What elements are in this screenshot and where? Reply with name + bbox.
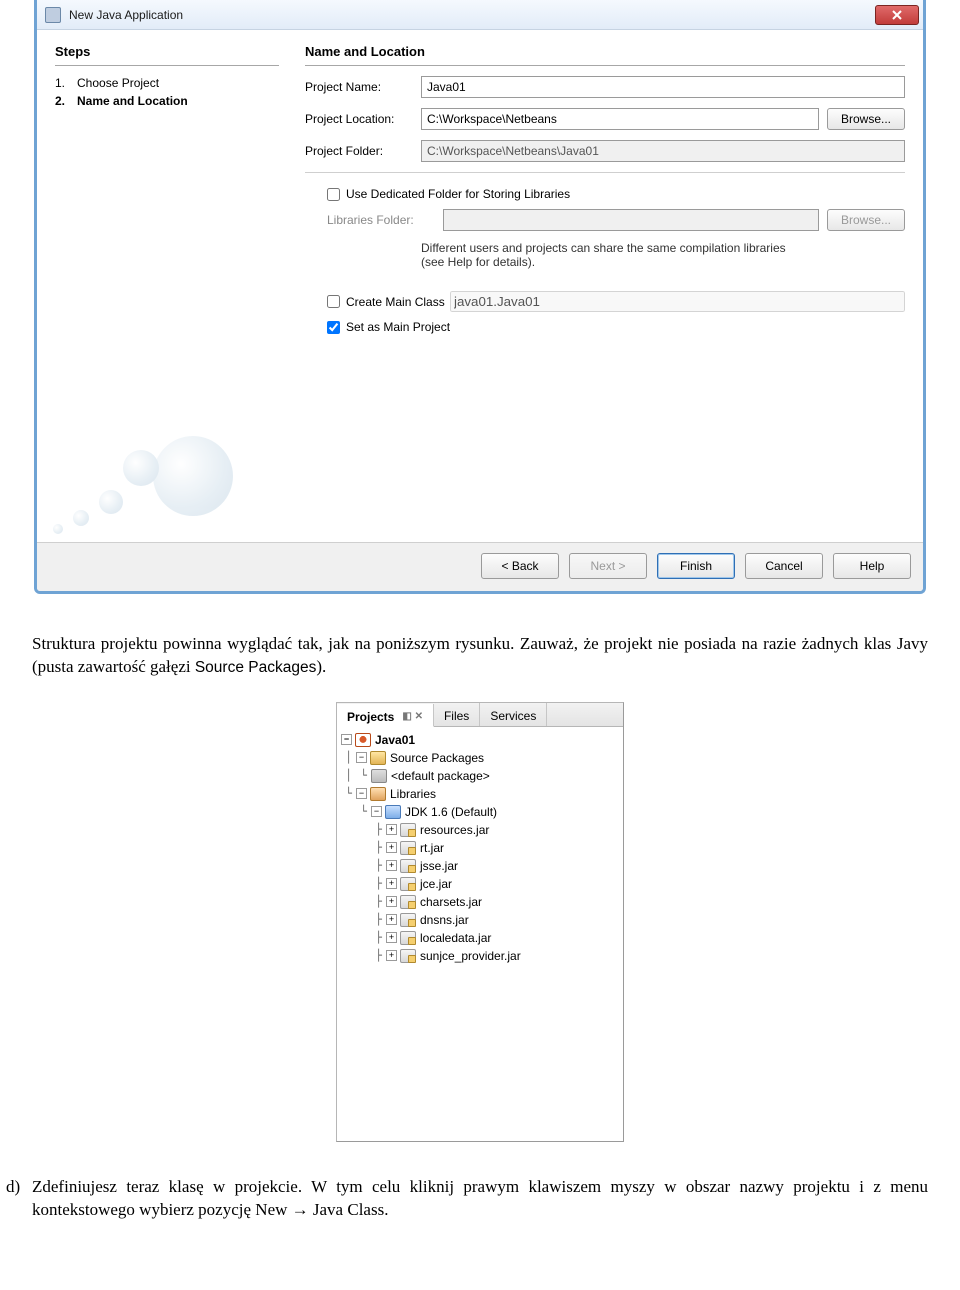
jar-icon: [400, 877, 416, 891]
libraries-hint: Different users and projects can share t…: [421, 241, 801, 269]
browse-libraries-button: Browse...: [827, 209, 905, 231]
finish-button[interactable]: Finish: [657, 553, 735, 579]
tab-strip: Projects◧ ✕ Files Services: [337, 703, 623, 727]
jar-label: localedata.jar: [420, 931, 491, 945]
expander-icon[interactable]: +: [386, 950, 397, 961]
app-icon: [45, 7, 61, 23]
project-location-label: Project Location:: [305, 112, 421, 126]
libraries-icon: [370, 787, 386, 801]
step-choose-project: 1. Choose Project: [55, 76, 279, 90]
tab-services[interactable]: Services: [480, 703, 547, 726]
create-main-checkbox[interactable]: [327, 295, 340, 308]
libraries-folder-label: Libraries Folder:: [327, 213, 443, 227]
expander-icon[interactable]: −: [341, 734, 352, 745]
package-folder-icon: [370, 751, 386, 765]
expander-icon[interactable]: +: [386, 860, 397, 871]
jar-label: rt.jar: [420, 841, 444, 855]
expander-icon[interactable]: +: [386, 878, 397, 889]
jar-label: jce.jar: [420, 877, 452, 891]
expander-icon[interactable]: +: [386, 896, 397, 907]
expander-icon[interactable]: +: [386, 842, 397, 853]
jar-icon: [400, 931, 416, 945]
window-title: New Java Application: [69, 8, 875, 22]
java-project-icon: [355, 733, 371, 747]
list-item-d: d) Zdefiniujesz teraz klasę w projekcie.…: [0, 1176, 960, 1242]
projects-panel: Projects◧ ✕ Files Services − Java01 │ − …: [336, 702, 624, 1142]
tree-node-jar[interactable]: ├+resources.jar: [341, 821, 619, 839]
tree-node-jar[interactable]: ├+localedata.jar: [341, 929, 619, 947]
tree-node-source-packages[interactable]: │ − Source Packages: [341, 749, 619, 767]
expander-icon[interactable]: −: [371, 806, 382, 817]
project-folder-input: [421, 140, 905, 162]
jar-label: sunjce_provider.jar: [420, 949, 521, 963]
expander-icon[interactable]: +: [386, 914, 397, 925]
separator: [305, 172, 905, 173]
steps-pane: Steps 1. Choose Project 2. Name and Loca…: [43, 36, 293, 536]
tree-node-jar[interactable]: ├+sunjce_provider.jar: [341, 947, 619, 965]
set-main-label: Set as Main Project: [346, 320, 450, 334]
tab-projects[interactable]: Projects◧ ✕: [337, 704, 434, 727]
project-tree[interactable]: − Java01 │ − Source Packages │└ <default…: [337, 727, 623, 969]
tree-node-libraries[interactable]: └ − Libraries: [341, 785, 619, 803]
package-icon: [371, 769, 387, 783]
libraries-folder-input: [443, 209, 819, 231]
tree-node-jar[interactable]: ├+jce.jar: [341, 875, 619, 893]
form-title: Name and Location: [305, 44, 905, 66]
expander-icon[interactable]: +: [386, 824, 397, 835]
step-name-location: 2. Name and Location: [55, 94, 279, 108]
jar-icon: [400, 859, 416, 873]
tree-node-jar[interactable]: ├+rt.jar: [341, 839, 619, 857]
jar-icon: [400, 949, 416, 963]
jar-label: charsets.jar: [420, 895, 482, 909]
back-button[interactable]: < Back: [481, 553, 559, 579]
tree-node-default-package[interactable]: │└ <default package>: [341, 767, 619, 785]
paragraph-1: Struktura projektu powinna wyglądać tak,…: [0, 611, 960, 685]
tree-node-jar[interactable]: ├+charsets.jar: [341, 893, 619, 911]
decorative-bubbles: [34, 406, 263, 546]
expander-icon[interactable]: −: [356, 788, 367, 799]
tree-node-root[interactable]: − Java01: [341, 731, 619, 749]
browse-location-button[interactable]: Browse...: [827, 108, 905, 130]
use-dedicated-label: Use Dedicated Folder for Storing Librari…: [346, 187, 570, 201]
project-location-input[interactable]: [421, 108, 819, 130]
step-label: Choose Project: [77, 76, 159, 90]
project-name-label: Project Name:: [305, 80, 421, 94]
jar-icon: [400, 895, 416, 909]
jar-label: jsse.jar: [420, 859, 458, 873]
project-name-input[interactable]: [421, 76, 905, 98]
help-button[interactable]: Help: [833, 553, 911, 579]
step-number: 2.: [55, 94, 77, 108]
tab-files[interactable]: Files: [434, 703, 480, 726]
form-pane: Name and Location Project Name: Project …: [293, 36, 917, 536]
step-label: Name and Location: [77, 94, 188, 108]
create-main-label: Create Main Class: [346, 295, 450, 309]
close-icon: [892, 10, 902, 20]
tree-node-jar[interactable]: ├+dnsns.jar: [341, 911, 619, 929]
set-main-checkbox[interactable]: [327, 321, 340, 334]
titlebar[interactable]: New Java Application: [37, 0, 923, 30]
list-marker: d): [6, 1176, 32, 1222]
steps-title: Steps: [55, 44, 279, 66]
expander-icon[interactable]: −: [356, 752, 367, 763]
expander-icon[interactable]: +: [386, 932, 397, 943]
tree-node-jar[interactable]: ├+jsse.jar: [341, 857, 619, 875]
jar-icon: [400, 913, 416, 927]
project-folder-label: Project Folder:: [305, 144, 421, 158]
create-main-input: [450, 291, 905, 312]
tree-node-jdk[interactable]: └ − JDK 1.6 (Default): [341, 803, 619, 821]
jar-icon: [400, 841, 416, 855]
jar-label: resources.jar: [420, 823, 489, 837]
jar-label: dnsns.jar: [420, 913, 469, 927]
cancel-button[interactable]: Cancel: [745, 553, 823, 579]
jdk-icon: [385, 805, 401, 819]
jar-icon: [400, 823, 416, 837]
next-button: Next >: [569, 553, 647, 579]
dialog-footer: < Back Next > Finish Cancel Help: [37, 542, 923, 591]
use-dedicated-checkbox[interactable]: [327, 188, 340, 201]
step-number: 1.: [55, 76, 77, 90]
close-button[interactable]: [875, 5, 919, 25]
tab-controls-icon[interactable]: ◧ ✕: [402, 711, 423, 722]
wizard-dialog: New Java Application Steps 1. Choose Pro…: [34, 0, 926, 594]
